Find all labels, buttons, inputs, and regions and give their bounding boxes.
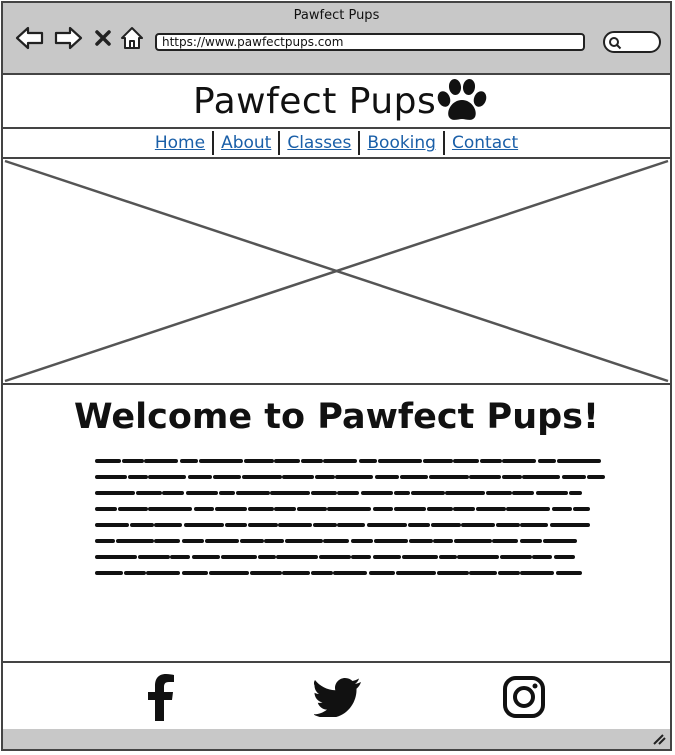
instagram-icon[interactable]	[500, 673, 548, 721]
status-bar	[3, 729, 670, 749]
main-navigation: Home About Classes Booking Contact	[3, 129, 670, 159]
search-icon	[609, 37, 622, 50]
nav-classes-link[interactable]: Classes	[280, 131, 358, 155]
site-header: Pawfect Pups	[3, 75, 670, 129]
back-arrow-icon[interactable]	[15, 23, 45, 53]
twitter-icon[interactable]	[314, 673, 362, 721]
browser-toolbar: Pawfect Pups https://www.pawfectpups.com	[3, 3, 670, 75]
site-footer	[3, 661, 670, 731]
facebook-icon[interactable]	[137, 673, 185, 721]
search-field[interactable]	[603, 31, 661, 53]
close-icon[interactable]	[88, 23, 118, 53]
placeholder-body-text	[95, 459, 605, 575]
address-bar[interactable]: https://www.pawfectpups.com	[155, 33, 585, 51]
welcome-heading: Welcome to Pawfect Pups!	[74, 397, 599, 437]
resize-handle-icon[interactable]	[652, 733, 666, 745]
home-icon[interactable]	[117, 23, 147, 53]
nav-home-link[interactable]: Home	[148, 131, 212, 155]
browser-window: Pawfect Pups https://www.pawfectpups.com…	[1, 1, 672, 751]
nav-contact-link[interactable]: Contact	[445, 131, 525, 155]
nav-about-link[interactable]: About	[214, 131, 278, 155]
window-title: Pawfect Pups	[293, 8, 380, 23]
site-title: Pawfect Pups	[193, 81, 437, 122]
nav-booking-link[interactable]: Booking	[360, 131, 443, 155]
paw-print-icon	[437, 79, 487, 120]
forward-arrow-icon[interactable]	[53, 23, 83, 53]
hero-image-placeholder	[3, 159, 670, 385]
